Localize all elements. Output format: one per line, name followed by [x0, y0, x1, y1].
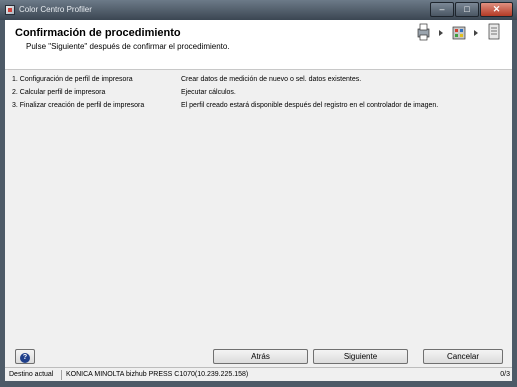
back-button[interactable]: Atrás	[213, 349, 308, 364]
finish-step-icon	[488, 23, 500, 40]
procedure-description: El perfil creado estará disponible despu…	[181, 102, 439, 109]
close-button[interactable]: ✕	[480, 2, 513, 17]
app-icon	[5, 5, 15, 15]
status-bar: Destino actual KONICA MINOLTA bizhub PRE…	[5, 367, 512, 381]
help-icon: ?	[20, 353, 30, 363]
window-title: Color Centro Profiler	[19, 5, 92, 14]
procedure-step: 2. Calcular perfil de impresora	[12, 89, 106, 96]
app-window: Color Centro Profiler – □ ✕ Confirmación…	[0, 0, 517, 387]
procedure-list: 1. Configuración de perfil de impresora …	[5, 71, 512, 346]
step-arrow-icon	[474, 30, 478, 36]
step-arrow-icon	[439, 30, 443, 36]
status-divider	[61, 370, 62, 380]
page-subtitle: Pulse "Siguiente" después de confirmar e…	[26, 42, 230, 51]
status-page-count: 0/3	[500, 371, 510, 378]
maximize-button[interactable]: □	[455, 2, 479, 17]
calculate-step-icon	[452, 26, 466, 40]
procedure-description: Ejecutar cálculos.	[181, 89, 236, 96]
status-label: Destino actual	[9, 371, 54, 378]
procedure-step: 3. Finalizar creación de perfil de impre…	[12, 102, 145, 109]
dialog-client: Confirmación de procedimiento Pulse "Sig…	[5, 20, 512, 381]
next-button[interactable]: Siguiente	[313, 349, 408, 364]
printer-step-icon	[417, 23, 430, 41]
title-bar[interactable]: Color Centro Profiler – □ ✕	[0, 0, 517, 20]
wizard-header: Confirmación de procedimiento Pulse "Sig…	[5, 20, 512, 70]
status-printer: KONICA MINOLTA bizhub PRESS C1070(10.239…	[66, 371, 249, 378]
procedure-step: 1. Configuración de perfil de impresora	[12, 76, 133, 83]
procedure-description: Crear datos de medición de nuevo o sel. …	[181, 76, 362, 83]
help-button[interactable]: ?	[15, 349, 35, 364]
cancel-button[interactable]: Cancelar	[423, 349, 503, 364]
step-indicator	[415, 22, 509, 44]
minimize-button[interactable]: –	[430, 2, 454, 17]
page-title: Confirmación de procedimiento	[15, 27, 181, 39]
